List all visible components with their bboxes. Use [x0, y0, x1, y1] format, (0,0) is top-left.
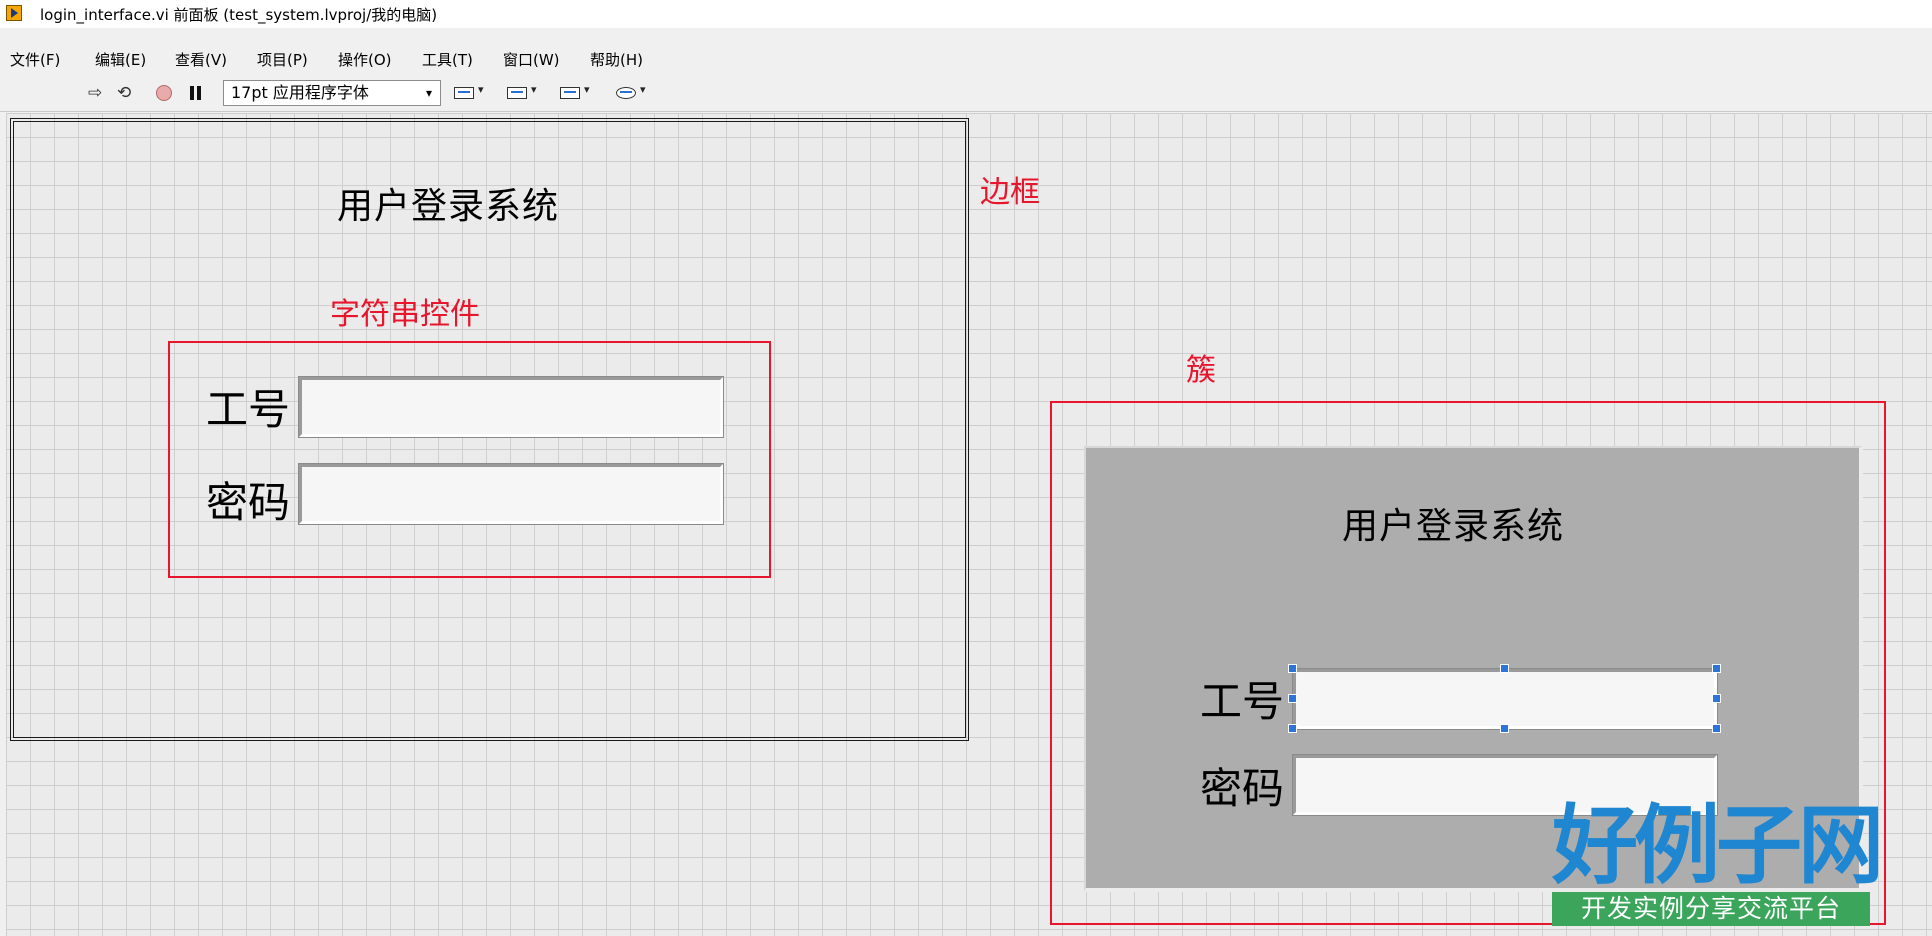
id-string-control[interactable]: [298, 376, 724, 438]
menu-operate[interactable]: 操作(O): [338, 49, 392, 70]
run-arrow-icon[interactable]: ⇨: [88, 83, 102, 103]
resize-handle[interactable]: [1712, 664, 1721, 673]
abort-execution-icon[interactable]: [156, 85, 172, 101]
reorder-icon[interactable]: ▾: [614, 81, 654, 103]
menu-window[interactable]: 窗口(W): [503, 49, 560, 70]
password-string-control[interactable]: [298, 463, 724, 525]
text-settings-dropdown[interactable]: 17pt 应用程序字体 ▾: [223, 80, 441, 106]
menu-view[interactable]: 查看(V): [175, 49, 227, 70]
cluster-id-label: 工号: [1200, 677, 1285, 726]
cluster-title: 用户登录系统: [1342, 506, 1565, 547]
resize-handle[interactable]: [1288, 694, 1297, 703]
password-label: 密码: [206, 478, 291, 527]
resize-handle[interactable]: [1712, 724, 1721, 733]
resize-handle[interactable]: [1288, 664, 1297, 673]
annotation-string-control: 字符串控件: [330, 297, 480, 332]
resize-handle[interactable]: [1500, 664, 1509, 673]
pause-icon[interactable]: [190, 86, 202, 100]
cluster-password-label: 密码: [1200, 764, 1285, 813]
menu-bar: 文件(F) 编辑(E) 查看(V) 项目(P) 操作(O) 工具(T) 窗口(W…: [0, 45, 1932, 73]
labview-vi-icon: [6, 5, 22, 21]
menu-edit[interactable]: 编辑(E): [95, 49, 146, 70]
resize-handle[interactable]: [1288, 724, 1297, 733]
resize-handle[interactable]: [1712, 694, 1721, 703]
font-setting-value: 17pt 应用程序字体: [231, 83, 369, 102]
chevron-down-icon: ▾: [425, 86, 432, 100]
resize-handle[interactable]: [1500, 724, 1509, 733]
id-label: 工号: [206, 385, 291, 434]
resize-objects-icon[interactable]: ▾: [558, 81, 598, 103]
menu-help[interactable]: 帮助(H): [590, 49, 643, 70]
annotation-border: 边框: [980, 175, 1040, 210]
distribute-objects-icon[interactable]: ▾: [505, 81, 545, 103]
align-objects-icon[interactable]: ▾: [452, 81, 492, 103]
title-bar: login_interface.vi 前面板 (test_system.lvpr…: [0, 0, 1932, 28]
site-logo: 好例子网 开发实例分享交流平台: [1552, 796, 1884, 930]
logo-text: 好例子网: [1552, 796, 1884, 896]
annotation-cluster: 簇: [1186, 353, 1216, 388]
menu-file[interactable]: 文件(F): [10, 49, 60, 70]
run-continuously-icon[interactable]: ⟲: [117, 83, 131, 103]
logo-subtitle: 开发实例分享交流平台: [1552, 892, 1870, 926]
menu-tools[interactable]: 工具(T): [422, 49, 473, 70]
window-title: login_interface.vi 前面板 (test_system.lvpr…: [40, 6, 438, 24]
menu-project[interactable]: 项目(P): [257, 49, 308, 70]
panel-title: 用户登录系统: [337, 186, 560, 227]
cluster-id-string-control[interactable]: [1292, 668, 1718, 730]
